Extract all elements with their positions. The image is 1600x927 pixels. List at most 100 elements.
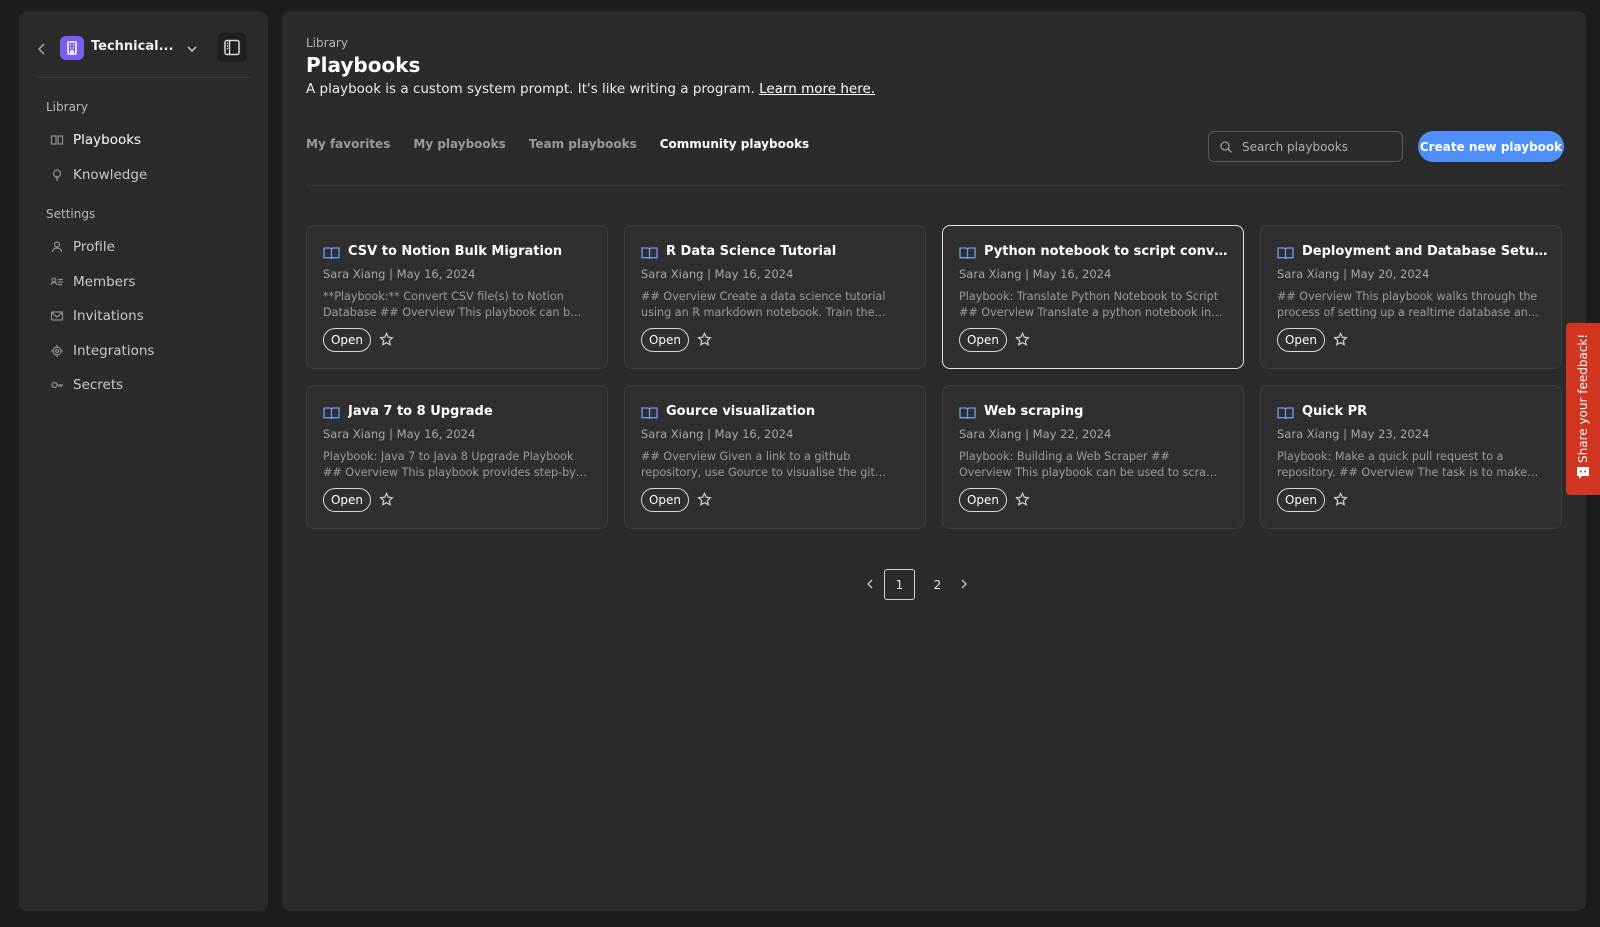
sidebar-item-label: Secrets	[73, 377, 124, 393]
page-subtitle: A playbook is a custom system prompt. It…	[306, 81, 875, 97]
sidebar-item-knowledge[interactable]: Knowledge	[46, 164, 246, 186]
chevron-left-icon[interactable]	[864, 577, 876, 591]
sidebar-item-profile[interactable]: Profile	[46, 236, 246, 258]
book-open-icon	[959, 407, 976, 420]
sidebar-item-playbooks[interactable]: Playbooks	[46, 129, 246, 151]
open-button[interactable]: Open	[1277, 328, 1325, 352]
sidebar-item-members[interactable]: Members	[46, 271, 246, 293]
mail-icon	[50, 311, 64, 321]
card-title: Java 7 to 8 Upgrade	[348, 404, 493, 419]
chat-bubble-icon	[1577, 467, 1589, 479]
book-icon	[50, 135, 64, 145]
main-panel: Library Playbooks A playbook is a custom…	[282, 11, 1586, 911]
star-icon[interactable]	[1333, 492, 1348, 507]
sidebar-item-label: Integrations	[73, 343, 155, 359]
book-open-icon	[641, 247, 658, 260]
playbook-tabs: My favorites My playbooks Team playbooks…	[306, 137, 809, 151]
open-button[interactable]: Open	[323, 488, 371, 512]
tab-team-playbooks[interactable]: Team playbooks	[529, 137, 637, 151]
card-description: Playbook: Building a Web Scraper ## Over…	[959, 450, 1221, 479]
search-box[interactable]	[1208, 131, 1403, 162]
chevron-down-icon[interactable]	[185, 41, 199, 57]
tab-my-favorites[interactable]: My favorites	[306, 137, 390, 151]
playbook-card[interactable]: Deployment and Database Setup with Supab…	[1260, 225, 1562, 369]
sidebar-item-invitations[interactable]: Invitations	[46, 305, 246, 327]
playbook-card[interactable]: Web scraping Sara Xiang | May 22, 2024 P…	[942, 385, 1244, 529]
learn-more-link[interactable]: Learn more here.	[759, 81, 875, 97]
subtitle-text: A playbook is a custom system prompt. It…	[306, 81, 755, 97]
sidebar-item-label: Playbooks	[73, 132, 142, 148]
members-icon	[50, 277, 63, 286]
chevron-left-icon[interactable]	[35, 41, 49, 57]
card-description: Playbook: Java 7 to Java 8 Upgrade Playb…	[323, 450, 580, 479]
playbook-card[interactable]: Quick PR Sara Xiang | May 23, 2024 Playb…	[1260, 385, 1562, 529]
tabs-divider	[306, 185, 1564, 186]
sidebar-item-label: Knowledge	[73, 167, 148, 183]
playbook-card[interactable]: Gource visualization Sara Xiang | May 16…	[624, 385, 926, 529]
toggle-sidebar-button[interactable]	[217, 33, 247, 62]
open-button[interactable]: Open	[641, 488, 689, 512]
sidebar-item-integrations[interactable]: Integrations	[46, 340, 246, 362]
feedback-tab[interactable]: Share your feedback!	[1566, 323, 1600, 495]
tab-my-playbooks[interactable]: My playbooks	[413, 137, 505, 151]
search-input[interactable]	[1242, 138, 1392, 156]
star-icon[interactable]	[379, 332, 394, 347]
workspace-logo-icon	[60, 36, 84, 60]
sidebar-section-settings: Settings	[46, 207, 96, 221]
card-description: ## Overview This playbook walks through …	[1277, 290, 1538, 319]
star-icon[interactable]	[697, 332, 712, 347]
sidebar-item-label: Members	[73, 274, 136, 290]
card-meta: Sara Xiang | May 16, 2024	[323, 267, 476, 281]
playbook-card[interactable]: Python notebook to script conversion Sar…	[942, 225, 1244, 369]
page-button-2[interactable]: 2	[922, 569, 953, 600]
card-title: Deployment and Database Setup with Supab…	[1302, 244, 1552, 259]
tab-community-playbooks[interactable]: Community playbooks	[660, 137, 809, 151]
playbook-card[interactable]: R Data Science Tutorial Sara Xiang | May…	[624, 225, 926, 369]
sidebar-section-library: Library	[46, 100, 88, 114]
sidebar-divider	[35, 77, 251, 78]
star-icon[interactable]	[1015, 492, 1030, 507]
sidebar-item-label: Profile	[73, 239, 115, 255]
star-icon[interactable]	[1015, 332, 1030, 347]
open-button[interactable]: Open	[959, 328, 1007, 352]
playbook-grid: CSV to Notion Bulk Migration Sara Xiang …	[306, 225, 1562, 529]
book-open-icon	[323, 247, 340, 260]
card-title: Web scraping	[984, 404, 1084, 419]
sidebar-panel-icon	[224, 39, 240, 56]
key-icon	[51, 381, 63, 389]
book-open-icon	[323, 407, 340, 420]
card-meta: Sara Xiang | May 23, 2024	[1277, 427, 1430, 441]
plug-icon	[51, 345, 63, 357]
open-button[interactable]: Open	[959, 488, 1007, 512]
star-icon[interactable]	[1333, 332, 1348, 347]
page-button-1[interactable]: 1	[884, 569, 915, 600]
book-open-icon	[641, 407, 658, 420]
star-icon[interactable]	[697, 492, 712, 507]
chevron-right-icon[interactable]	[958, 577, 970, 591]
star-icon[interactable]	[379, 492, 394, 507]
playbook-card[interactable]: Java 7 to 8 Upgrade Sara Xiang | May 16,…	[306, 385, 608, 529]
page-title: Playbooks	[306, 53, 421, 77]
playbook-card[interactable]: CSV to Notion Bulk Migration Sara Xiang …	[306, 225, 608, 369]
card-description: Playbook: Make a quick pull request to a…	[1277, 450, 1538, 479]
card-title: Python notebook to script conversion	[984, 244, 1234, 259]
pagination: 1 2	[860, 569, 980, 601]
workspace-switcher[interactable]: Technical...	[19, 33, 268, 65]
card-title: Quick PR	[1302, 404, 1368, 419]
card-title: Gource visualization	[666, 404, 816, 419]
sidebar-item-secrets[interactable]: Secrets	[46, 374, 246, 396]
book-open-icon	[1277, 247, 1294, 260]
card-meta: Sara Xiang | May 16, 2024	[323, 427, 476, 441]
card-description: ## Overview Create a data science tutori…	[641, 290, 886, 319]
open-button[interactable]: Open	[641, 328, 689, 352]
sidebar-item-label: Invitations	[73, 308, 144, 324]
open-button[interactable]: Open	[1277, 488, 1325, 512]
card-title: R Data Science Tutorial	[666, 244, 837, 259]
card-description: Playbook: Translate Python Notebook to S…	[959, 290, 1223, 319]
open-button[interactable]: Open	[323, 328, 371, 352]
book-open-icon	[1277, 407, 1294, 420]
card-description: ## Overview Given a link to a github rep…	[641, 450, 875, 479]
user-icon	[51, 241, 63, 253]
lightbulb-icon	[52, 169, 62, 181]
create-new-playbook-button[interactable]: Create new playbook	[1418, 131, 1564, 162]
